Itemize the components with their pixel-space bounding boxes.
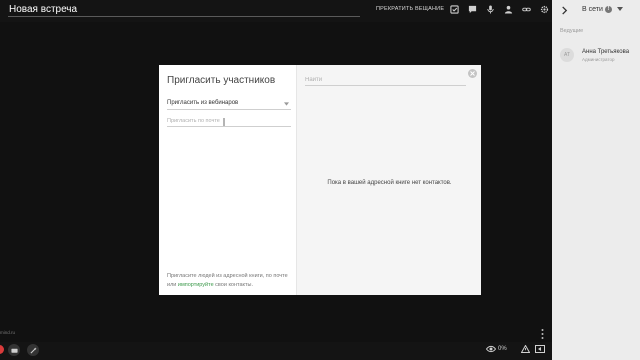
- chat-icon[interactable]: [467, 4, 478, 15]
- toolbar-icons: [449, 4, 550, 15]
- chevron-down-icon: [284, 102, 289, 106]
- invite-source-value: Пригласить из вебинаров: [167, 100, 239, 106]
- participant-row[interactable]: АТ Анна Третьякова Администратор: [552, 44, 640, 66]
- settings-icon[interactable]: [539, 4, 550, 15]
- title-underline: [8, 16, 360, 17]
- email-invite-input[interactable]: [167, 115, 291, 127]
- dialog-title: Пригласить участников: [167, 75, 276, 86]
- empty-contacts-message: Пока в вашей адресной книге нет контакто…: [327, 180, 452, 186]
- warning-icon[interactable]: [521, 345, 530, 353]
- invite-dialog: Пригласить участников Пригласить из веби…: [159, 65, 481, 295]
- participant-role: Администратор: [582, 57, 615, 62]
- online-status-label[interactable]: В сети: [582, 6, 603, 13]
- chevron-right-icon[interactable]: [560, 6, 569, 15]
- viewers-value: 0%: [498, 346, 507, 352]
- user-icon[interactable]: [503, 4, 514, 15]
- invite-help-text: Пригласите людей из адресной книги, по п…: [167, 272, 291, 289]
- magic-wand-icon[interactable]: [27, 344, 39, 356]
- more-vertical-icon[interactable]: [541, 328, 544, 340]
- keyboard-icon[interactable]: [8, 344, 20, 356]
- app-root: Новая встреча ПРЕКРАТИТЬ ВЕЩАНИЕ В сети …: [0, 0, 640, 360]
- panel-header: В сети !: [552, 0, 640, 22]
- close-icon: [470, 71, 475, 76]
- invite-source-select[interactable]: Пригласить из вебинаров: [167, 99, 291, 110]
- participant-name: Анна Третьякова: [582, 49, 630, 55]
- text-cursor-icon: [223, 118, 225, 126]
- hosts-section-label: Ведущие: [560, 28, 584, 34]
- close-button[interactable]: [468, 69, 477, 78]
- contacts-search-input[interactable]: [305, 74, 466, 86]
- chevron-down-icon[interactable]: [617, 7, 623, 12]
- screen-share-icon[interactable]: [535, 345, 545, 353]
- invite-help-after: свои контакты.: [213, 281, 254, 288]
- microphone-icon[interactable]: [485, 4, 496, 15]
- meeting-title[interactable]: Новая встреча: [9, 4, 77, 15]
- link-icon[interactable]: [521, 4, 532, 15]
- bottom-bar: [0, 342, 552, 360]
- invite-options-pane: Пригласить участников Пригласить из веби…: [159, 65, 296, 295]
- powered-by-label: mind.ru: [0, 330, 16, 335]
- contacts-pane: Пока в вашей адресной книге нет контакто…: [296, 65, 481, 295]
- info-icon[interactable]: !: [605, 6, 612, 13]
- checklist-icon[interactable]: [449, 4, 460, 15]
- import-link[interactable]: импортируйте: [178, 282, 214, 288]
- participants-panel: В сети ! Ведущие АТ Анна Третьякова Адми…: [552, 0, 640, 360]
- top-bar: Новая встреча ПРЕКРАТИТЬ ВЕЩАНИЕ: [0, 0, 552, 22]
- eye-icon: [486, 345, 496, 353]
- avatar: АТ: [560, 48, 574, 62]
- stop-broadcast-button[interactable]: ПРЕКРАТИТЬ ВЕЩАНИЕ: [376, 6, 444, 12]
